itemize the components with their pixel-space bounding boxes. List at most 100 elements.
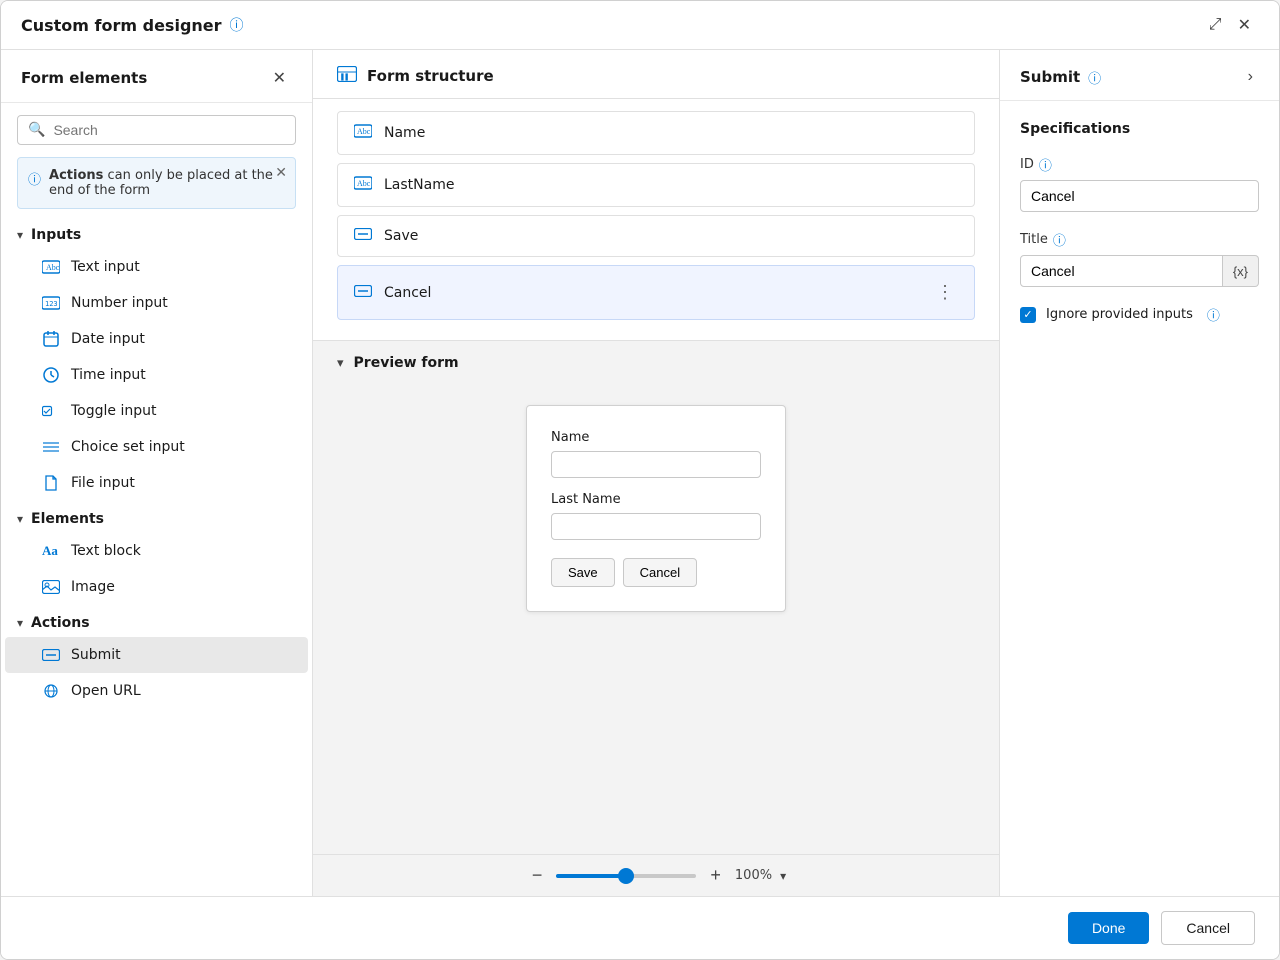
file-input-label: File input <box>71 475 135 491</box>
sidebar-item-choice-set-input[interactable]: Choice set input <box>5 429 308 465</box>
form-elements-title: Form elements <box>21 69 147 87</box>
sidebar-item-text-input[interactable]: Abc Text input <box>5 249 308 285</box>
form-item-name-icon: Abc <box>354 124 372 142</box>
time-input-label: Time input <box>71 367 146 383</box>
choice-set-input-icon <box>41 437 61 457</box>
form-item-cancel[interactable]: Cancel ⋮ <box>337 265 975 320</box>
actions-chevron-icon: ▾ <box>17 616 23 630</box>
search-input-wrap: 🔍 <box>17 115 296 145</box>
right-panel-expand-button[interactable]: › <box>1242 66 1259 88</box>
submit-panel-title: Submit <box>1020 68 1080 86</box>
titlebar: Custom form designer ⓘ ⤢ ✕ <box>1 1 1279 50</box>
svg-text:Aa: Aa <box>42 544 58 558</box>
toggle-input-label: Toggle input <box>71 403 156 419</box>
zoom-minus-button[interactable]: − <box>526 863 549 888</box>
inputs-chevron-icon: ▾ <box>17 228 23 242</box>
preview-card: Name Last Name Save Cancel <box>526 405 786 612</box>
footer: Done Cancel <box>1 896 1279 959</box>
info-banner: ⓘ Actions can only be placed at the end … <box>17 157 296 209</box>
form-item-name[interactable]: Abc Name <box>337 111 975 155</box>
ignore-inputs-info-icon[interactable]: ⓘ <box>1207 305 1220 324</box>
form-structure-title: Form structure <box>367 67 494 85</box>
expand-button[interactable]: ⤢ <box>1201 12 1230 38</box>
title-field-label: Title ⓘ <box>1020 230 1259 249</box>
id-field-label: ID ⓘ <box>1020 155 1259 174</box>
file-input-icon <box>41 473 61 493</box>
footer-cancel-button[interactable]: Cancel <box>1161 911 1255 945</box>
actions-section-header[interactable]: ▾ Actions <box>1 605 312 637</box>
sidebar-item-toggle-input[interactable]: Toggle input <box>5 393 308 429</box>
preview-name-input[interactable] <box>551 451 761 478</box>
title-info-icon[interactable]: ⓘ <box>1053 230 1066 249</box>
form-item-lastname[interactable]: Abc LastName <box>337 163 975 207</box>
preview-name-label: Name <box>551 430 761 445</box>
open-url-label: Open URL <box>71 683 141 699</box>
id-info-icon[interactable]: ⓘ <box>1039 155 1052 174</box>
zoom-slider[interactable] <box>556 874 696 878</box>
toggle-input-icon <box>41 401 61 421</box>
form-structure-list: Abc Name Abc LastName Save <box>313 99 999 340</box>
left-panel: Form elements ✕ 🔍 ⓘ Actions can only be … <box>1 50 313 896</box>
form-structure-header: ▐ ▌ Form structure <box>313 50 999 99</box>
info-banner-close-button[interactable]: ✕ <box>275 164 287 181</box>
id-field-input[interactable] <box>1020 180 1259 212</box>
form-elements-close-button[interactable]: ✕ <box>267 66 292 90</box>
preview-content: Name Last Name Save Cancel <box>313 385 999 854</box>
done-button[interactable]: Done <box>1068 912 1149 944</box>
preview-header[interactable]: ▾ Preview form <box>313 341 999 385</box>
text-block-label: Text block <box>71 543 141 559</box>
form-item-save[interactable]: Save <box>337 215 975 257</box>
preview-title: Preview form <box>354 355 459 371</box>
zoom-value: 100% <box>735 868 772 883</box>
form-item-name-label: Name <box>384 125 958 141</box>
right-panel-header: Submit ⓘ › <box>1000 50 1279 101</box>
preview-cancel-button[interactable]: Cancel <box>623 558 697 587</box>
preview-chevron-icon: ▾ <box>337 356 344 371</box>
preview-section: ▾ Preview form Name Last Name Save Cance… <box>313 340 999 896</box>
zoom-controls: − + 100% ▾ <box>313 854 999 896</box>
sidebar-item-text-block[interactable]: Aa Text block <box>5 533 308 569</box>
zoom-chevron-button[interactable]: ▾ <box>780 869 786 883</box>
preview-lastname-input[interactable] <box>551 513 761 540</box>
sidebar-item-time-input[interactable]: Time input <box>5 357 308 393</box>
close-button[interactable]: ✕ <box>1230 11 1259 39</box>
sidebar-item-submit[interactable]: Submit <box>5 637 308 673</box>
custom-form-designer-dialog: Custom form designer ⓘ ⤢ ✕ Form elements… <box>0 0 1280 960</box>
center-panel: ▐ ▌ Form structure Abc Name Abc <box>313 50 999 896</box>
svg-text:Abc: Abc <box>357 127 371 136</box>
main-content: Form elements ✕ 🔍 ⓘ Actions can only be … <box>1 50 1279 896</box>
preview-save-button[interactable]: Save <box>551 558 615 587</box>
sidebar-item-file-input[interactable]: File input <box>5 465 308 501</box>
sidebar-item-date-input[interactable]: Date input <box>5 321 308 357</box>
sidebar-item-open-url[interactable]: Open URL <box>5 673 308 709</box>
info-icon[interactable]: ⓘ <box>230 15 244 35</box>
form-item-cancel-menu-button[interactable]: ⋮ <box>932 278 958 307</box>
title-field-group: Title ⓘ {x} <box>1020 230 1259 287</box>
id-field-group: ID ⓘ <box>1020 155 1259 212</box>
title-field-input-wrap: {x} <box>1020 255 1259 287</box>
text-block-icon: Aa <box>41 541 61 561</box>
sidebar-item-image[interactable]: Image <box>5 569 308 605</box>
ignore-inputs-checkbox[interactable]: ✓ <box>1020 307 1036 323</box>
submit-info-icon[interactable]: ⓘ <box>1088 68 1101 87</box>
search-container: 🔍 <box>1 103 312 157</box>
image-label: Image <box>71 579 115 595</box>
right-panel: Submit ⓘ › Specifications ID ⓘ <box>999 50 1279 896</box>
image-icon <box>41 577 61 597</box>
time-input-icon <box>41 365 61 385</box>
actions-section-title: Actions <box>31 615 90 631</box>
elements-section-header[interactable]: ▾ Elements <box>1 501 312 533</box>
ignore-inputs-label: Ignore provided inputs <box>1046 307 1193 322</box>
title-field-input[interactable] <box>1020 255 1223 287</box>
date-input-icon <box>41 329 61 349</box>
info-banner-text: Actions can only be placed at the end of… <box>49 168 285 198</box>
preview-lastname-label: Last Name <box>551 492 761 507</box>
search-input[interactable] <box>53 122 285 138</box>
zoom-plus-button[interactable]: + <box>704 863 727 888</box>
inputs-section-header[interactable]: ▾ Inputs <box>1 217 312 249</box>
sidebar-item-number-input[interactable]: 123 Number input <box>5 285 308 321</box>
checkbox-check-icon: ✓ <box>1023 308 1032 321</box>
choice-set-input-label: Choice set input <box>71 439 185 455</box>
title-variable-button[interactable]: {x} <box>1223 255 1259 287</box>
elements-chevron-icon: ▾ <box>17 512 23 526</box>
